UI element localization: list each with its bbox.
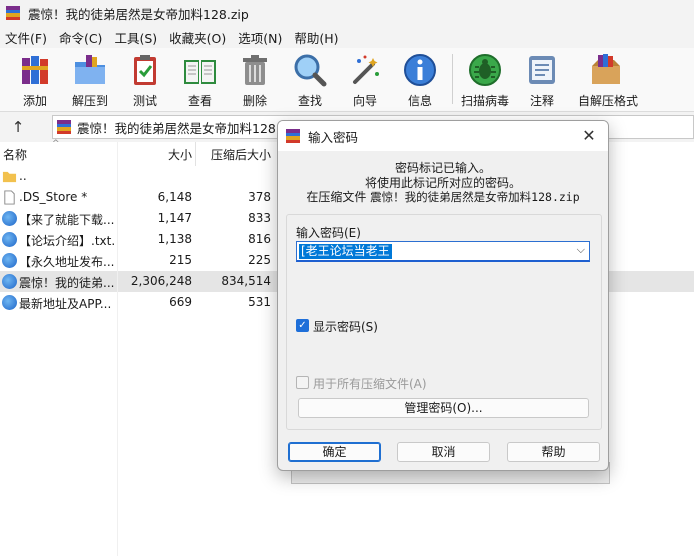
internet-shortcut-icon [2,253,17,268]
test-button[interactable]: 测试 [117,52,173,109]
add-button[interactable]: 添加 [7,52,63,109]
menu-favorites[interactable]: 收藏夹(O) [164,28,233,47]
menu-command[interactable]: 命令(C) [54,28,109,47]
folder-extract-icon [75,55,105,84]
use-for-all-label: 用于所有压缩文件(A) [313,377,427,391]
title-bar: 震惊！我的徒弟居然是女帝加料128.zip [0,0,694,26]
trash-icon [243,55,267,85]
scan-virus-button[interactable]: 扫描病毒 [457,52,513,109]
column-size[interactable]: 大小 [120,146,192,163]
column-packed-size[interactable]: 压缩后大小 [196,146,271,163]
chevron-down-icon[interactable]: ⌵ [577,243,585,257]
internet-shortcut-icon [2,232,17,247]
comment-icon [529,56,555,84]
winrar-icon [6,6,20,20]
clipboard-test-icon [134,55,156,85]
comment-button[interactable]: 注释 [514,52,570,109]
show-password-checkbox[interactable]: ✓ [296,319,309,332]
internet-shortcut-icon [2,295,17,310]
books-add-icon [22,56,48,84]
address-path: 震惊！我的徒弟居然是女帝加料128.zi [77,120,290,136]
password-label: 输入密码(E) [296,226,361,240]
dialog-title: 输入密码 [308,129,359,145]
magnifier-icon [294,54,327,87]
close-icon[interactable]: ✕ [578,126,600,146]
open-book-icon [184,60,216,84]
sfx-box-icon [592,54,620,84]
dialog-message-line2: 将使用此标记所对应的密码。 [364,176,521,190]
organize-passwords-button[interactable]: 管理密码(O)... [298,398,589,418]
menu-bar: 文件(F) 命令(C) 工具(S) 收藏夹(O) 选项(N) 帮助(H) [0,26,694,48]
toolbar: 添加 解压到 测试 查看 删除 查找 向导 信息 扫描病毒 注释 自解压格式 [0,48,694,112]
show-password-label: 显示密码(S) [313,320,378,334]
menu-file[interactable]: 文件(F) [0,28,54,47]
panel-divider [117,142,118,556]
use-for-all-checkbox[interactable] [296,376,309,389]
internet-shortcut-icon [2,274,17,289]
menu-help[interactable]: 帮助(H) [289,28,345,47]
dialog-message-prefix: 在压缩文件 [306,190,371,204]
view-button[interactable]: 查看 [172,52,228,109]
help-button[interactable]: 帮助 [507,442,600,462]
password-value: [老王论坛当老王 [299,244,392,259]
delete-button[interactable]: 删除 [227,52,283,109]
menu-options[interactable]: 选项(N) [233,28,289,47]
info-icon [404,54,436,86]
dialog-title-bar: 输入密码 ✕ [278,121,608,151]
dialog-message-line1: 密码标记已输入。 [394,161,491,175]
virus-scan-icon [469,54,501,86]
dialog-archive-name: 震惊！我的徒弟居然是女帝加料128.zip [370,190,580,204]
dialog-message-line3: 在压缩文件 震惊！我的徒弟居然是女帝加料128.zip [278,190,608,205]
sfx-button[interactable]: 自解压格式 [578,52,638,109]
find-button[interactable]: 查找 [282,52,338,109]
up-arrow-icon[interactable]: ↑ [8,117,28,137]
wizard-button[interactable]: 向导 [337,52,393,109]
sort-caret-icon: ^ [52,139,60,149]
folder-icon [2,171,17,183]
toolbar-separator [452,54,453,104]
cancel-button[interactable]: 取消 [397,442,490,462]
ok-button[interactable]: 确定 [288,442,381,462]
magic-wand-icon [353,55,379,84]
extract-to-button[interactable]: 解压到 [62,52,118,109]
menu-tools[interactable]: 工具(S) [109,28,164,47]
internet-shortcut-icon [2,211,17,226]
winrar-icon [286,129,300,143]
column-name[interactable]: 名称 [3,146,27,163]
password-input[interactable]: [老王论坛当老王 ⌵ [296,241,590,262]
info-button[interactable]: 信息 [392,52,448,109]
file-icon [4,190,15,205]
password-dialog: 输入密码 ✕ 密码标记已输入。 将使用此标记所对应的密码。 在压缩文件 震惊！我… [277,120,609,471]
archive-icon [57,120,71,134]
window-title: 震惊！我的徒弟居然是女帝加料128.zip [28,6,249,22]
